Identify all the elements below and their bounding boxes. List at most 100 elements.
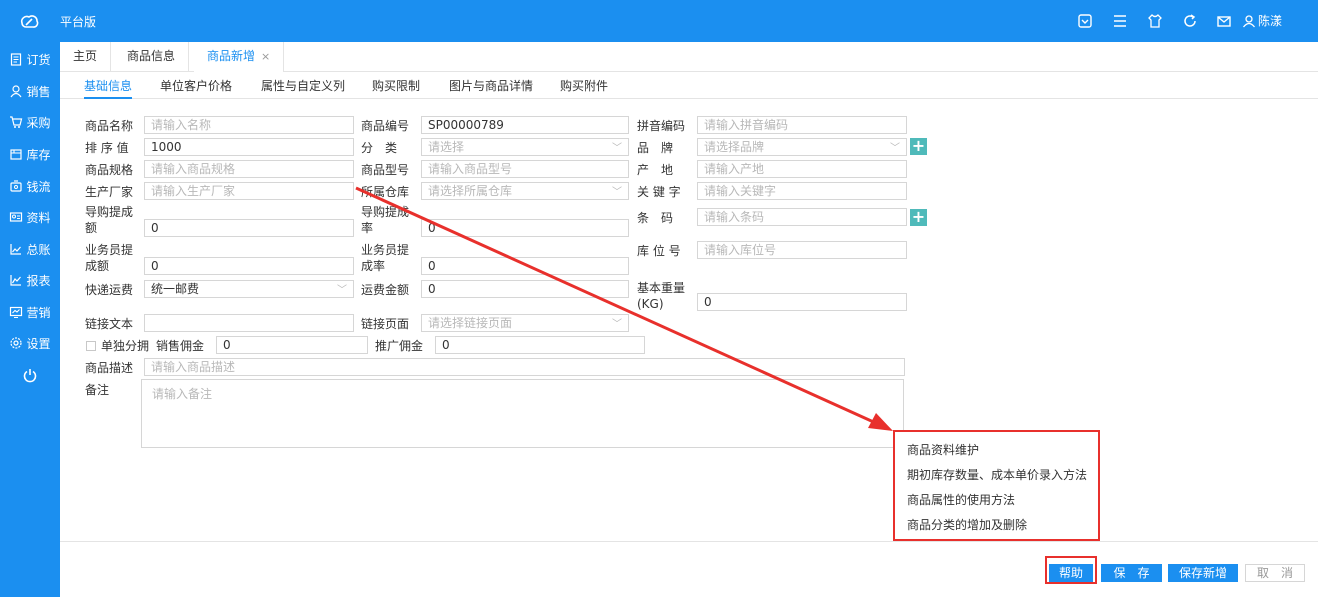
- sidebar-item-purchase[interactable]: 采购: [0, 110, 60, 134]
- gear-icon: [10, 337, 23, 349]
- sort-label: 排 序 值: [85, 141, 129, 155]
- money-icon: [10, 180, 23, 192]
- sales-amount-input[interactable]: 0: [144, 257, 354, 275]
- cancel-button[interactable]: 取 消: [1245, 564, 1305, 582]
- subtab-images-details[interactable]: 图片与商品详情: [449, 77, 533, 94]
- sales-commission-input[interactable]: 0: [216, 336, 368, 354]
- top-bar: 平台版 陈漾: [0, 0, 1318, 42]
- subtab-basic-info[interactable]: 基础信息: [84, 77, 133, 99]
- chevron-down-icon: ﹀: [612, 187, 622, 198]
- guide-rate-input[interactable]: 0: [421, 219, 629, 237]
- promo-commission-input[interactable]: 0: [435, 336, 645, 354]
- warehouse-placeholder: 请选择所属仓库: [428, 184, 513, 198]
- freight-input[interactable]: 0: [421, 280, 629, 298]
- guide-rate-label: 导购提成率: [361, 205, 410, 235]
- sales-rate-input[interactable]: 0: [421, 257, 629, 275]
- cloud-logo-icon[interactable]: [18, 11, 40, 31]
- help-item-attributes-usage[interactable]: 商品属性的使用方法: [907, 491, 1015, 508]
- sidebar-item-profile[interactable]: 资料: [0, 205, 60, 229]
- weight-input[interactable]: 0: [697, 293, 907, 311]
- help-item-initial-stock[interactable]: 期初库存数量、成本单价录入方法: [907, 466, 1087, 483]
- category-select[interactable]: 请选择 ﹀: [421, 138, 629, 156]
- warehouse-select[interactable]: 请选择所属仓库 ﹀: [421, 182, 629, 200]
- sidebar-item-order[interactable]: 订货: [0, 47, 60, 71]
- help-item-product-maintenance[interactable]: 商品资料维护: [907, 441, 979, 458]
- guide-amount-input[interactable]: 0: [144, 219, 354, 237]
- sidebar-item-marketing[interactable]: 营销: [0, 300, 60, 324]
- tab-label: 商品新增: [207, 49, 256, 63]
- barcode-label: 条 码: [637, 211, 674, 225]
- name-input[interactable]: 请输入名称: [144, 116, 354, 134]
- profile-icon: [10, 212, 23, 222]
- spec-input[interactable]: 请输入商品规格: [144, 160, 354, 178]
- tab-product-info[interactable]: 商品信息: [114, 42, 190, 72]
- origin-input[interactable]: 请输入产地: [697, 160, 907, 178]
- link-page-select[interactable]: 请选择链接页面 ﹀: [421, 314, 629, 332]
- sidebar-item-label: 报表: [26, 273, 51, 288]
- add-barcode-button[interactable]: +: [910, 209, 927, 226]
- sort-input[interactable]: 1000: [144, 138, 354, 156]
- chevron-down-icon: ﹀: [612, 143, 622, 154]
- user-name: 陈漾: [1258, 14, 1283, 28]
- link-page-label: 链接页面: [361, 317, 410, 331]
- sidebar-item-inventory[interactable]: 库存: [0, 142, 60, 166]
- desc-input[interactable]: 请输入商品描述: [144, 358, 905, 376]
- shirt-icon[interactable]: [1147, 13, 1163, 29]
- subtab-unit-price[interactable]: 单位客户价格: [160, 77, 232, 94]
- subtab-attachments[interactable]: 购买附件: [560, 77, 608, 94]
- chart-icon: [10, 244, 22, 255]
- tab-product-add[interactable]: 商品新增 ×: [194, 42, 285, 72]
- code-input[interactable]: SP00000789: [421, 116, 629, 134]
- menu-icon[interactable]: [1112, 13, 1128, 29]
- remark-textarea[interactable]: 请输入备注: [141, 379, 904, 448]
- logout-button[interactable]: [0, 363, 60, 387]
- user-icon: [1242, 14, 1256, 27]
- sidebar-item-cashflow[interactable]: 钱流: [0, 174, 60, 198]
- maker-input[interactable]: 请输入生产厂家: [144, 182, 354, 200]
- sidebar-item-report[interactable]: 报表: [0, 268, 60, 292]
- power-icon: [23, 369, 37, 383]
- mail-icon[interactable]: [1216, 13, 1232, 29]
- brand-select[interactable]: 请选择品牌 ﹀: [697, 138, 907, 156]
- sidebar-item-ledger[interactable]: 总账: [0, 237, 60, 261]
- close-icon[interactable]: ×: [261, 50, 270, 63]
- name-label: 商品名称: [85, 119, 134, 133]
- sidebar-item-settings[interactable]: 设置: [0, 331, 60, 355]
- sidebar-item-label: 库存: [26, 147, 51, 162]
- subtab-attributes[interactable]: 属性与自定义列: [261, 77, 345, 94]
- refresh-icon[interactable]: [1182, 13, 1198, 29]
- model-input[interactable]: 请输入商品型号: [421, 160, 629, 178]
- help-button[interactable]: 帮助: [1049, 564, 1093, 582]
- sidebar-item-sales[interactable]: 销售: [0, 79, 60, 103]
- subtab-purchase-limit[interactable]: 购买限制: [372, 77, 420, 94]
- location-input[interactable]: 请输入库位号: [697, 241, 907, 259]
- shipping-select[interactable]: 统一邮费 ﹀: [144, 280, 354, 298]
- footer-divider: [60, 541, 1318, 542]
- barcode-input[interactable]: 请输入条码: [697, 208, 907, 226]
- warehouse-icon: [10, 149, 23, 160]
- marketing-icon: [10, 306, 23, 319]
- maker-label: 生产厂家: [85, 185, 134, 199]
- keyword-input[interactable]: 请输入关键字: [697, 182, 907, 200]
- pinyin-label: 拼音编码: [637, 119, 686, 133]
- tab-home[interactable]: 主页: [60, 42, 112, 72]
- sales-rate-label: 业务员提成率: [361, 243, 410, 273]
- add-brand-button[interactable]: +: [910, 138, 927, 155]
- sidebar-item-label: 钱流: [26, 179, 51, 194]
- separate-commission-label: 单独分拥: [101, 339, 150, 353]
- location-label: 库 位 号: [637, 244, 681, 258]
- spec-label: 商品规格: [85, 163, 134, 177]
- sidebar-item-label: 采购: [26, 115, 51, 130]
- guide-amount-label: 导购提成额: [85, 205, 134, 235]
- clipboard-icon: [11, 53, 22, 66]
- separate-commission-checkbox[interactable]: [86, 341, 96, 351]
- link-text-input[interactable]: [144, 314, 354, 332]
- app-icon[interactable]: [1077, 13, 1093, 29]
- save-button[interactable]: 保 存: [1101, 564, 1162, 582]
- pinyin-input[interactable]: 请输入拼音编码: [697, 116, 907, 134]
- user-menu[interactable]: 陈漾: [1242, 12, 1282, 29]
- weight-label: 基本重量(KG): [637, 281, 686, 311]
- chevron-down-icon: ﹀: [337, 285, 347, 296]
- save-and-new-button[interactable]: 保存新增: [1168, 564, 1238, 582]
- help-item-category-manage[interactable]: 商品分类的增加及删除: [907, 516, 1027, 533]
